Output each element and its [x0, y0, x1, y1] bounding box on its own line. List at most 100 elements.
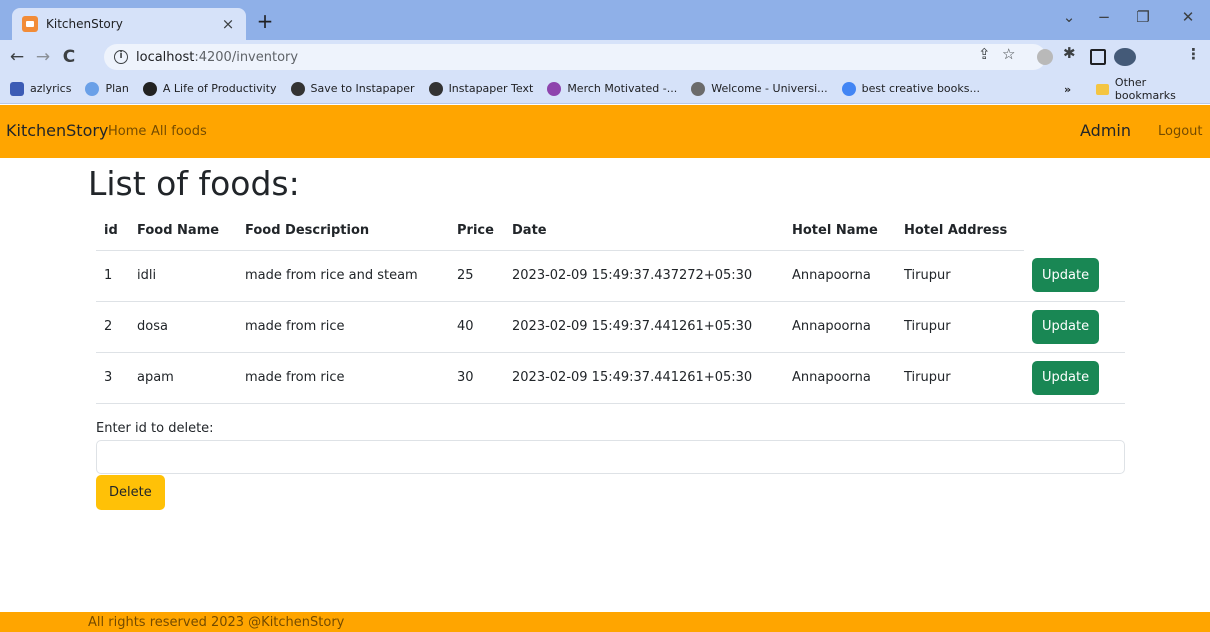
plan-icon — [85, 81, 100, 96]
column-header-id: id — [96, 212, 129, 251]
bookmark-item[interactable]: Save to Instapaper — [290, 81, 415, 96]
cell-price: 30 — [449, 352, 504, 404]
restore-button[interactable]: ❐ — [1131, 8, 1155, 26]
update-button[interactable]: Update — [1032, 360, 1100, 395]
merch-icon — [547, 81, 562, 96]
instapaper-text-icon — [428, 81, 443, 96]
browser-toolbar: ← → C i localhost:4200/inventory ⇪ ☆ ✱ ⋮ — [0, 40, 1210, 74]
browser-tab-bar: KitchenStory × + ⌄ − ❐ ✕ — [0, 0, 1210, 40]
close-window-button[interactable]: ✕ — [1176, 8, 1200, 26]
table-row: 1 idli made from rice and steam 25 2023-02-0… — [96, 250, 1125, 302]
cell-hotel-address: Tirupur — [896, 352, 1024, 404]
update-button[interactable]: Update — [1032, 309, 1100, 344]
azlyrics-icon — [10, 81, 24, 96]
column-header-food-description: Food Description — [237, 212, 449, 251]
cell-hotel-name: Annapoorna — [784, 301, 896, 353]
bookmark-item[interactable]: Plan — [85, 81, 129, 96]
cell-id: 2 — [96, 301, 129, 353]
cell-id: 1 — [96, 250, 129, 302]
browser-tab[interactable]: KitchenStory × — [12, 8, 246, 40]
bookmark-label: best creative books... — [861, 82, 980, 95]
bookmark-item[interactable]: Merch Motivated -... — [547, 81, 678, 96]
bookmark-label: azlyrics — [30, 82, 72, 95]
profile-avatar-icon[interactable] — [1114, 48, 1136, 66]
tab-title: KitchenStory — [46, 17, 123, 31]
bookmark-label: Save to Instapaper — [310, 82, 415, 95]
bookmark-label: Merch Motivated -... — [567, 82, 678, 95]
bookmark-label: A Life of Productivity — [162, 82, 277, 95]
navbar-brand[interactable]: KitchenStory — [6, 121, 108, 140]
site-info-icon[interactable]: i — [114, 50, 128, 64]
delete-id-label: Enter id to delete: — [96, 421, 214, 436]
folder-icon — [1096, 83, 1109, 95]
cell-food-name: idli — [129, 250, 237, 302]
other-bookmarks-folder[interactable]: Other bookmarks — [1096, 74, 1210, 104]
bookmarks-bar: azlyrics Plan A Life of Productivity Save t… — [0, 74, 1210, 104]
cell-hotel-name: Annapoorna — [784, 352, 896, 404]
column-header-hotel-address: Hotel Address — [896, 212, 1024, 251]
cell-hotel-address: Tirupur — [896, 250, 1024, 302]
bookmark-item[interactable]: best creative books... — [841, 81, 980, 96]
address-bar[interactable]: i localhost:4200/inventory — [104, 44, 1046, 70]
footer: All rights reserved 2023 @KitchenStory — [0, 612, 1210, 632]
tab-close-icon[interactable]: × — [220, 15, 236, 33]
other-bookmarks-label: Other bookmarks — [1114, 76, 1176, 102]
bookmark-item[interactable]: Welcome - Universi... — [691, 81, 828, 96]
update-button[interactable]: Update — [1032, 258, 1100, 293]
nav-logout[interactable]: Logout — [1158, 124, 1203, 139]
productivity-icon — [142, 81, 157, 96]
bookmarks-overflow-button[interactable]: » — [1064, 74, 1071, 104]
column-header-hotel-name: Hotel Name — [784, 212, 896, 251]
nav-link-home[interactable]: Home — [108, 124, 146, 139]
tab-search-icon[interactable]: ⌄ — [1057, 8, 1081, 26]
delete-button[interactable]: Delete — [96, 475, 165, 510]
university-icon — [691, 81, 706, 96]
cell-food-description: made from rice — [237, 352, 449, 404]
footer-text: All rights reserved 2023 @KitchenStory — [88, 615, 345, 630]
instapaper-icon — [290, 81, 305, 96]
bookmark-label: Instapaper Text — [448, 82, 534, 95]
bookmark-label: Plan — [105, 82, 129, 95]
cell-food-name: dosa — [129, 301, 237, 353]
cell-price: 25 — [449, 250, 504, 302]
cell-id: 3 — [96, 352, 129, 404]
cell-actions: Update — [1024, 250, 1125, 302]
cell-price: 40 — [449, 301, 504, 353]
cell-actions: Update — [1024, 301, 1125, 353]
nav-link-all-foods[interactable]: All foods — [151, 124, 207, 139]
bookmark-label: Welcome - Universi... — [711, 82, 828, 95]
back-arrow-icon[interactable]: ← — [6, 46, 28, 68]
bookmark-item[interactable]: A Life of Productivity — [142, 81, 277, 96]
cell-food-description: made from rice — [237, 301, 449, 353]
extensions-puzzle-icon[interactable]: ✱ — [1063, 44, 1076, 62]
bookmark-item[interactable]: azlyrics — [10, 81, 72, 96]
delete-id-input[interactable] — [96, 440, 1125, 474]
extension-icon[interactable] — [1037, 49, 1053, 65]
minimize-button[interactable]: − — [1092, 8, 1116, 26]
table-header-row: id Food Name Food Description Price Date… — [96, 212, 1125, 251]
forward-arrow-icon[interactable]: → — [32, 46, 54, 68]
bookmark-item[interactable]: Instapaper Text — [428, 81, 534, 96]
new-tab-button[interactable]: + — [254, 10, 276, 32]
cell-date: 2023-02-09 15:49:37.437272+05:30 — [504, 250, 784, 302]
bookmark-star-icon[interactable]: ☆ — [1002, 45, 1015, 63]
menu-kebab-icon[interactable]: ⋮ — [1186, 45, 1201, 63]
url-host: localhost — [136, 49, 195, 65]
cell-date: 2023-02-09 15:49:37.441261+05:30 — [504, 301, 784, 353]
reload-icon[interactable]: C — [58, 46, 80, 68]
cell-hotel-name: Annapoorna — [784, 250, 896, 302]
column-header-price: Price — [449, 212, 504, 251]
nav-admin[interactable]: Admin — [1080, 121, 1131, 140]
cell-actions: Update — [1024, 352, 1125, 404]
table-row: 2 dosa made from rice 40 2023-02-09 15:49:37… — [96, 301, 1125, 353]
cell-hotel-address: Tirupur — [896, 301, 1024, 353]
cell-date: 2023-02-09 15:49:37.441261+05:30 — [504, 352, 784, 404]
google-icon — [841, 81, 856, 96]
app-navbar: KitchenStory Home All foods Admin Logout — [0, 105, 1210, 158]
table-row: 3 apam made from rice 30 2023-02-09 15:49:37… — [96, 352, 1125, 404]
share-icon[interactable]: ⇪ — [978, 45, 991, 63]
column-header-date: Date — [504, 212, 784, 251]
column-header-actions — [1024, 212, 1125, 250]
column-header-food-name: Food Name — [129, 212, 237, 251]
side-panel-icon[interactable] — [1090, 49, 1106, 65]
